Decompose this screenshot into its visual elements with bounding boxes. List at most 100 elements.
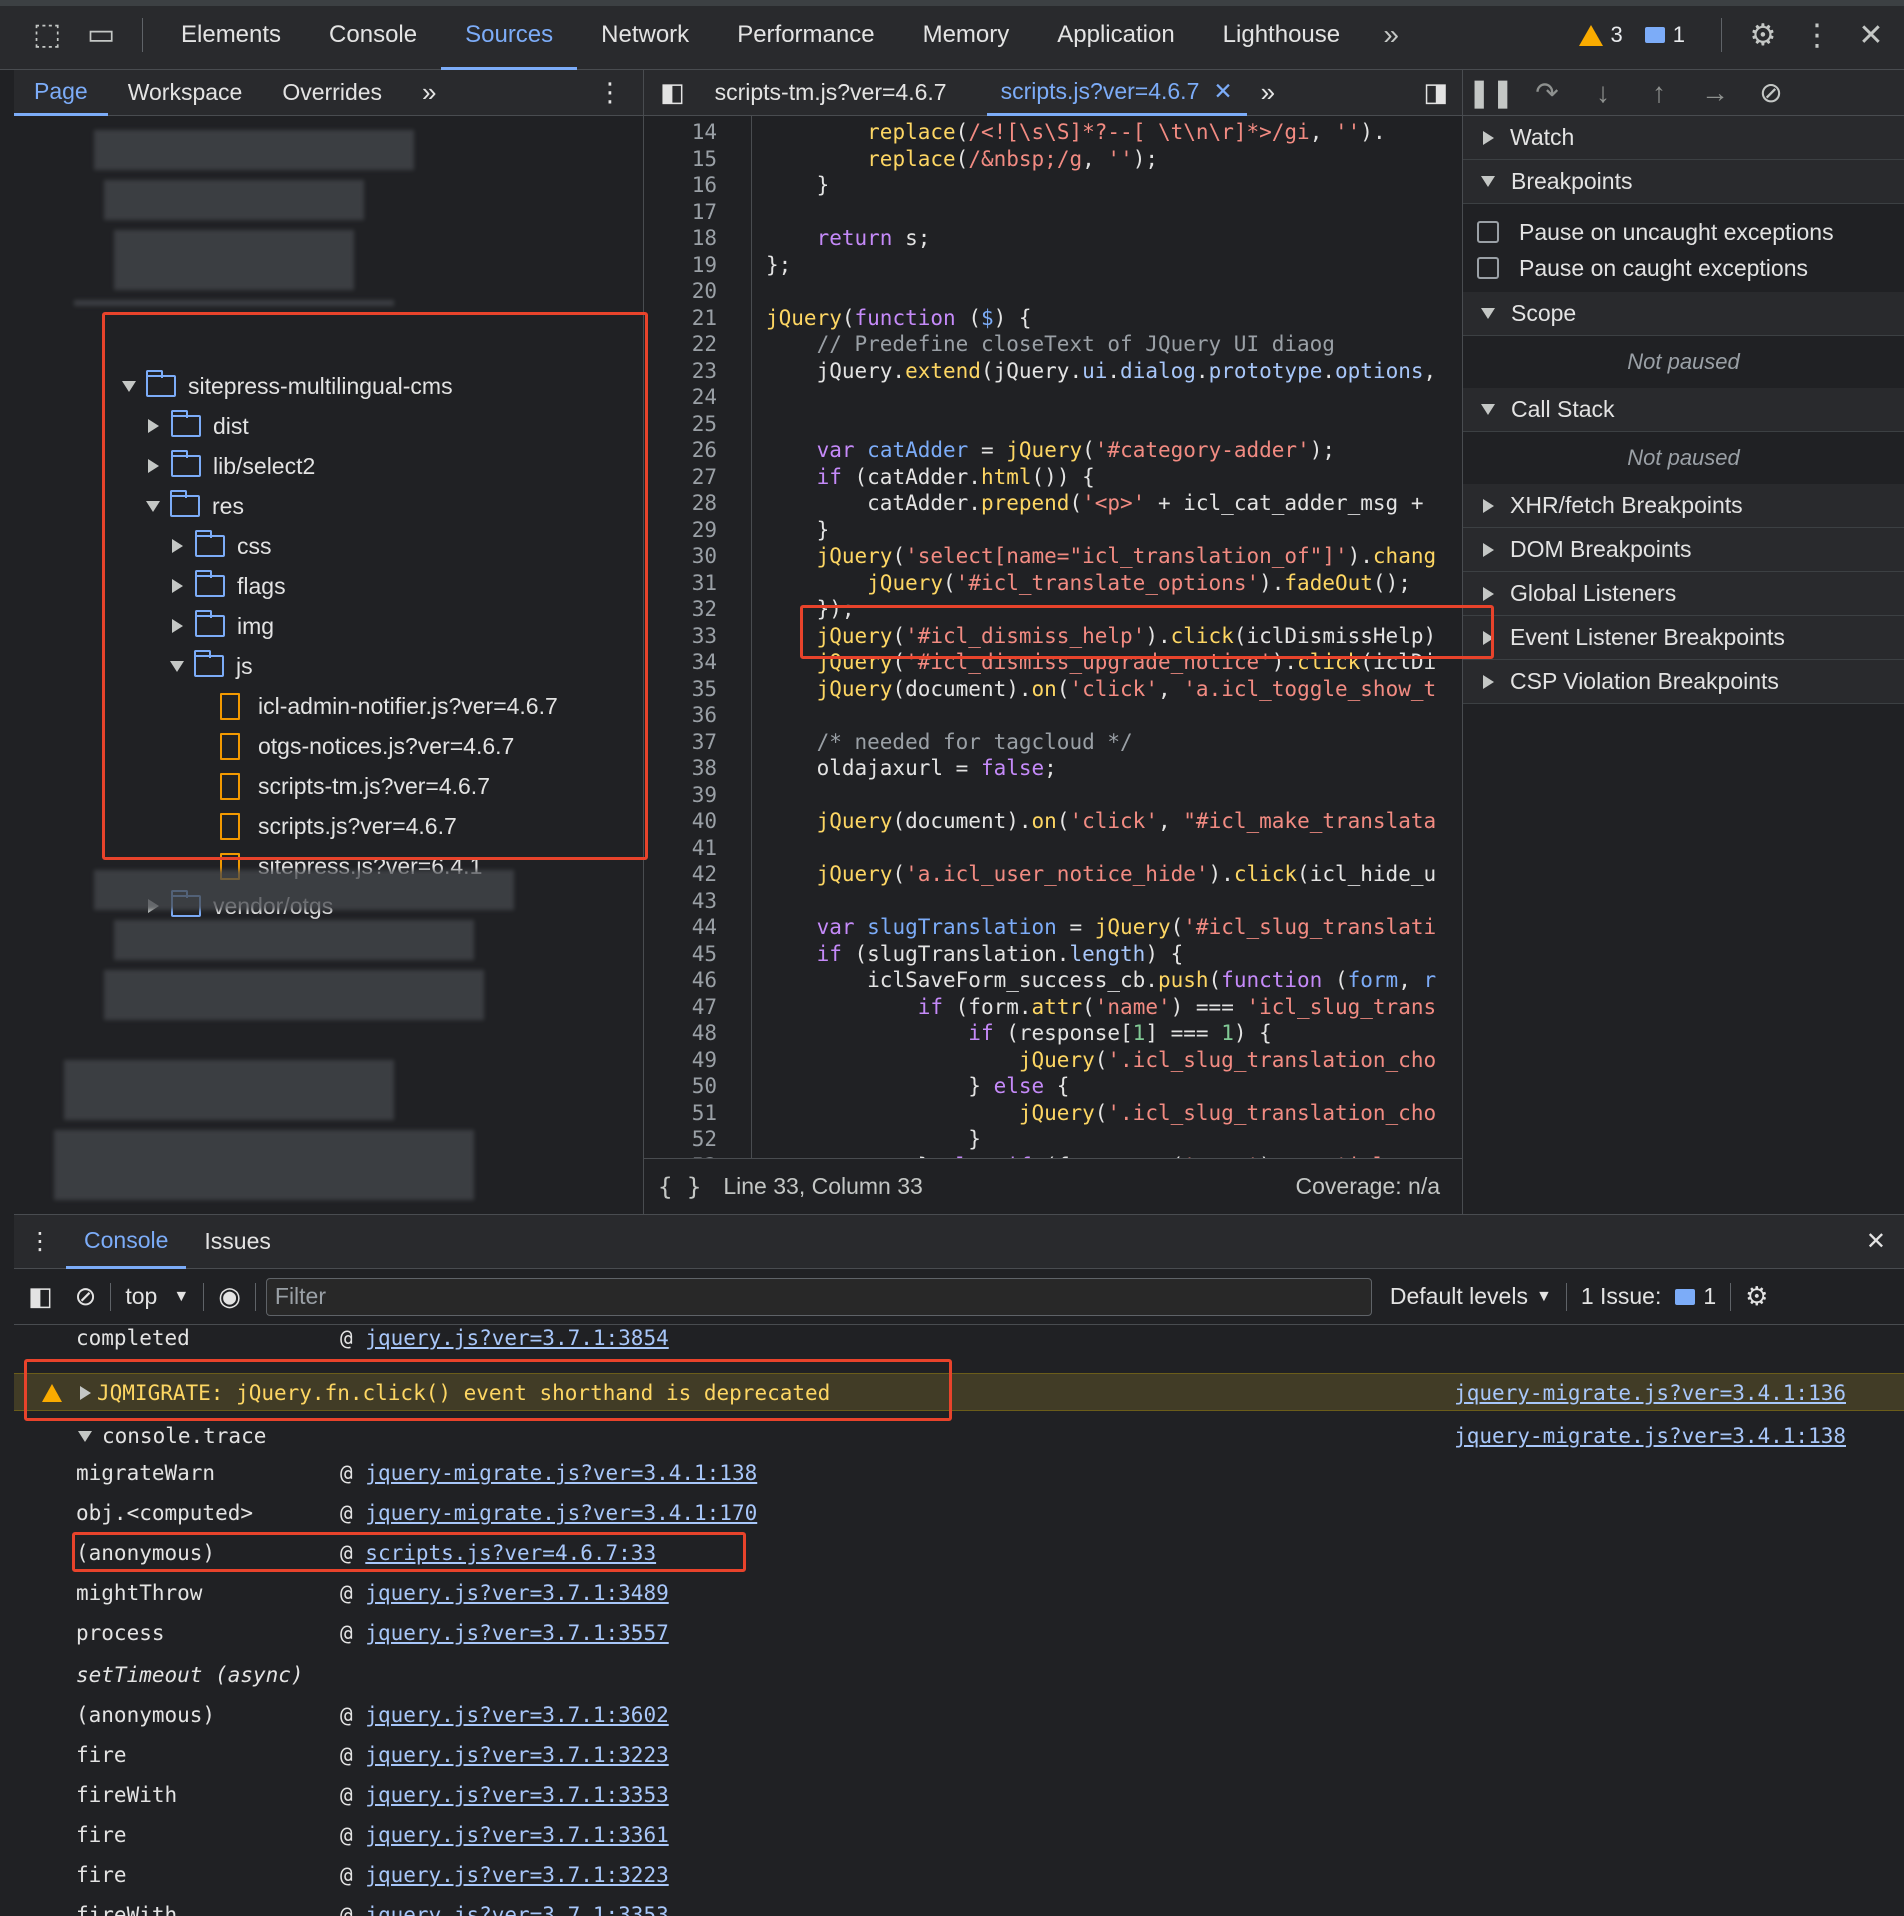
navigator-menu-icon[interactable]: ⋮	[577, 70, 643, 116]
expand-arrow-icon[interactable]	[172, 579, 183, 593]
drawer-tab-issues[interactable]: Issues	[186, 1215, 288, 1269]
expand-arrow-icon[interactable]	[172, 619, 183, 633]
source-link[interactable]: jquery.js?ver=3.7.1:3557	[365, 1621, 668, 1645]
line-number[interactable]: 20	[692, 279, 717, 303]
line-number[interactable]: 50	[692, 1074, 717, 1098]
source-link[interactable]: jquery.js?ver=3.7.1:3854	[365, 1326, 668, 1350]
pause-caught-checkbox[interactable]	[1477, 257, 1499, 279]
messages-badge[interactable]: 1	[1644, 22, 1685, 48]
section-xhr-breakpoints[interactable]: XHR/fetch Breakpoints	[1463, 484, 1904, 528]
source-link[interactable]: jquery.js?ver=3.7.1:3489	[365, 1581, 668, 1605]
tab-performance[interactable]: Performance	[713, 0, 898, 70]
source-link[interactable]: jquery.js?ver=3.7.1:3353	[365, 1783, 668, 1807]
tab-application[interactable]: Application	[1033, 0, 1198, 70]
source-link[interactable]: jquery-migrate.js?ver=3.4.1:170	[365, 1501, 757, 1525]
section-global-listeners[interactable]: Global Listeners	[1463, 572, 1904, 616]
expand-arrow-icon[interactable]	[148, 419, 159, 433]
clear-console-icon[interactable]: ⊘	[75, 1281, 97, 1312]
line-number[interactable]: 25	[692, 412, 717, 436]
line-number[interactable]: 32	[692, 597, 717, 621]
tab-lighthouse[interactable]: Lighthouse	[1199, 0, 1364, 70]
tab-page[interactable]: Page	[14, 70, 108, 116]
issues-counter[interactable]: 1 Issue: 1	[1581, 1283, 1716, 1310]
source-link[interactable]: jquery.js?ver=3.7.1:3223	[365, 1743, 668, 1767]
tab-memory[interactable]: Memory	[899, 0, 1034, 70]
console-trace-row[interactable]: console.trace jquery-migrate.js?ver=3.4.1…	[14, 1417, 1904, 1455]
line-number[interactable]: 38	[692, 756, 717, 780]
deactivate-breakpoints-icon[interactable]: ⊘	[1743, 76, 1799, 109]
more-tabs-chevron-icon[interactable]: »	[1247, 70, 1289, 116]
device-toolbar-icon[interactable]: ▭	[74, 0, 128, 70]
inspect-element-icon[interactable]: ⬚	[20, 0, 74, 70]
toggle-debugger-icon[interactable]: ◨	[1409, 70, 1462, 116]
settings-gear-icon[interactable]: ⚙	[1736, 0, 1790, 70]
kebab-menu-icon[interactable]: ⋮	[1790, 0, 1844, 70]
warning-source-link[interactable]: jquery-migrate.js?ver=3.4.1:136	[1454, 1374, 1846, 1412]
line-number[interactable]: 19	[692, 253, 717, 277]
line-number[interactable]: 41	[692, 836, 717, 860]
code-area[interactable]: 14 15 16 17 18 19 20 21 22 23 24 25 26 27 28 29 30 31 32 33…	[644, 116, 1462, 1158]
tree-folder-item[interactable]: img	[170, 606, 274, 646]
tree-folder-item[interactable]: dist	[146, 406, 249, 446]
tree-folder-item[interactable]: sitepress-multilingual-cms	[122, 366, 453, 406]
step-icon[interactable]: →	[1687, 77, 1743, 109]
section-call-stack[interactable]: Call Stack	[1463, 388, 1904, 432]
expand-arrow-icon[interactable]	[148, 459, 159, 473]
editor-tab-scripts[interactable]: scripts.js?ver=4.6.7 ✕	[986, 70, 1247, 116]
collapse-arrow-icon[interactable]	[146, 500, 160, 512]
tree-file-item[interactable]: otgs-notices.js?ver=4.6.7	[220, 726, 514, 766]
tree-folder-item[interactable]: lib/select2	[146, 446, 315, 486]
line-number[interactable]: 21	[692, 306, 717, 330]
source-link[interactable]: jquery.js?ver=3.7.1:3353	[365, 1903, 668, 1916]
line-number[interactable]: 24	[692, 385, 717, 409]
line-number[interactable]: 22	[692, 332, 717, 356]
more-tabs-chevron-icon[interactable]: »	[1364, 0, 1418, 70]
close-devtools-icon[interactable]: ✕	[1844, 0, 1898, 70]
live-expression-eye-icon[interactable]: ◉	[218, 1281, 241, 1312]
collapse-arrow-icon[interactable]	[78, 1430, 92, 1442]
line-number[interactable]: 37	[692, 730, 717, 754]
line-number[interactable]: 15	[692, 147, 717, 171]
line-number[interactable]: 36	[692, 703, 717, 727]
tree-folder-item[interactable]: flags	[170, 566, 286, 606]
tree-file-item[interactable]: icl-admin-notifier.js?ver=4.6.7	[220, 686, 558, 726]
source-link[interactable]: jquery-migrate.js?ver=3.4.1:138	[365, 1461, 757, 1485]
source-link[interactable]: jquery.js?ver=3.7.1:3223	[365, 1863, 668, 1887]
line-number[interactable]: 30	[692, 544, 717, 568]
warning-message-row[interactable]: JQMIGRATE: jQuery.fn.click() event short…	[14, 1373, 1904, 1411]
tree-file-item[interactable]: scripts-tm.js?ver=4.6.7	[220, 766, 490, 806]
filter-input[interactable]: Filter	[265, 1277, 1372, 1316]
line-number[interactable]: 44	[692, 915, 717, 939]
log-levels-dropdown[interactable]: Default levels ▼	[1390, 1283, 1552, 1310]
line-number[interactable]: 18	[692, 226, 717, 250]
toggle-navigator-icon[interactable]: ◧	[644, 70, 701, 116]
line-number[interactable]: 27	[692, 465, 717, 489]
tab-network[interactable]: Network	[577, 0, 713, 70]
line-number[interactable]: 43	[692, 889, 717, 913]
step-out-icon[interactable]: ↑	[1631, 77, 1687, 109]
line-number[interactable]: 52	[692, 1127, 717, 1151]
close-tab-icon[interactable]: ✕	[1213, 78, 1232, 105]
line-number[interactable]: 29	[692, 518, 717, 542]
collapse-arrow-icon[interactable]	[170, 660, 184, 672]
line-number[interactable]: 47	[692, 995, 717, 1019]
collapse-arrow-icon[interactable]	[122, 380, 136, 392]
pretty-print-icon[interactable]: { }	[658, 1173, 701, 1201]
step-into-icon[interactable]: ↓	[1575, 77, 1631, 109]
section-scope[interactable]: Scope	[1463, 292, 1904, 336]
line-number[interactable]: 33	[692, 624, 717, 648]
pause-uncaught-row[interactable]: Pause on uncaught exceptions	[1463, 214, 1904, 250]
line-number[interactable]: 31	[692, 571, 717, 595]
drawer-tab-console[interactable]: Console	[66, 1215, 187, 1269]
close-drawer-icon[interactable]: ✕	[1848, 1215, 1904, 1269]
pause-resume-icon[interactable]: ❚❚	[1463, 76, 1519, 109]
section-event-listener-breakpoints[interactable]: Event Listener Breakpoints	[1463, 616, 1904, 660]
expand-arrow-icon[interactable]	[172, 539, 183, 553]
line-number[interactable]: 14	[692, 120, 717, 144]
console-settings-gear-icon[interactable]: ⚙	[1745, 1281, 1768, 1312]
line-number[interactable]: 46	[692, 968, 717, 992]
tree-folder-item[interactable]: css	[170, 526, 272, 566]
tree-folder-item[interactable]: js	[170, 646, 253, 686]
warnings-badge[interactable]: 3	[1578, 22, 1623, 48]
pause-caught-row[interactable]: Pause on caught exceptions	[1463, 250, 1904, 286]
